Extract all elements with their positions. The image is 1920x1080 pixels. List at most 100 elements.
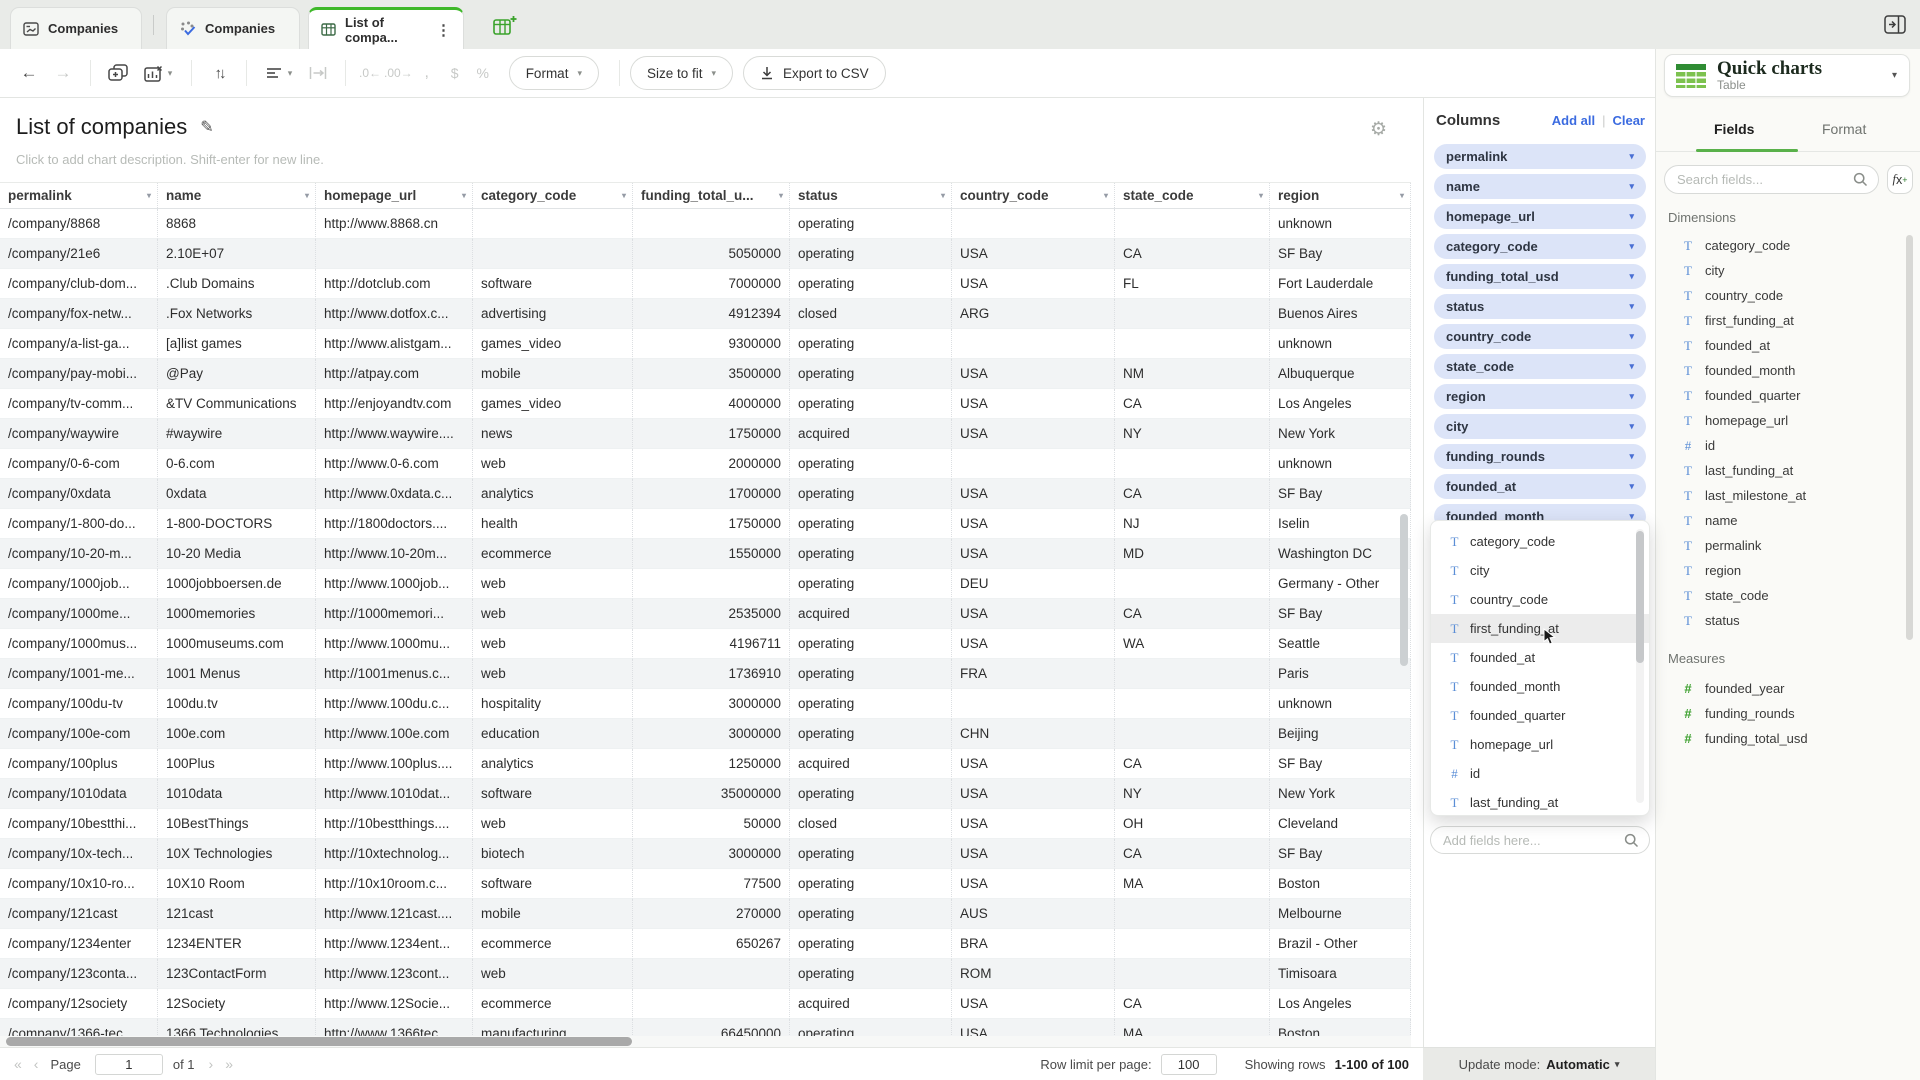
table-cell[interactable]: 1700000 xyxy=(633,479,790,509)
table-cell[interactable]: 1250000 xyxy=(633,749,790,779)
table-cell[interactable]: operating xyxy=(790,449,952,479)
column-header-homepage_url[interactable]: homepage_url ▾ xyxy=(316,183,473,208)
table-cell[interactable]: /company/10x10-ro... xyxy=(0,869,158,899)
table-cell[interactable]: NM xyxy=(1115,359,1270,389)
table-cell[interactable]: FRA xyxy=(952,659,1115,689)
table-cell[interactable]: operating xyxy=(790,269,952,299)
table-cell[interactable]: .Fox Networks xyxy=(158,299,316,329)
decrease-decimal-button[interactable]: .0← xyxy=(356,56,384,90)
table-cell[interactable]: /company/1000job... xyxy=(0,569,158,599)
table-cell[interactable]: 0xdata xyxy=(158,479,316,509)
table-cell[interactable]: http://www.100du.c... xyxy=(316,689,473,719)
field-item-founded_at[interactable]: Tfounded_at xyxy=(1656,333,1920,358)
table-cell[interactable]: CA xyxy=(1115,239,1270,269)
currency-format-button[interactable]: $ xyxy=(441,56,469,90)
table-cell[interactable]: 1750000 xyxy=(633,509,790,539)
table-cell[interactable]: http://www.121cast.... xyxy=(316,899,473,929)
table-cell[interactable]: acquired xyxy=(790,989,952,1019)
column-chip-funding_rounds[interactable]: funding_rounds ▾ xyxy=(1434,444,1646,469)
search-fields-box[interactable] xyxy=(1664,165,1879,194)
table-cell[interactable]: SF Bay xyxy=(1270,839,1411,869)
table-cell[interactable]: BRA xyxy=(952,929,1115,959)
tab-menu-icon[interactable]: ⋮ xyxy=(430,21,451,39)
table-cell[interactable]: USA xyxy=(952,809,1115,839)
table-cell[interactable]: http://www.waywire.... xyxy=(316,419,473,449)
table-cell[interactable]: 1001 Menus xyxy=(158,659,316,689)
column-menu-caret-icon[interactable]: ▾ xyxy=(147,191,151,200)
table-cell[interactable]: acquired xyxy=(790,419,952,449)
table-cell[interactable]: ecommerce xyxy=(473,989,633,1019)
table-cell[interactable]: /company/123conta... xyxy=(0,959,158,989)
table-cell[interactable]: ecommerce xyxy=(473,929,633,959)
column-header-country_code[interactable]: country_code ▾ xyxy=(952,183,1115,208)
table-cell[interactable]: Fort Lauderdale xyxy=(1270,269,1411,299)
table-cell[interactable]: games_video xyxy=(473,389,633,419)
table-cell[interactable]: http://www.123cont... xyxy=(316,959,473,989)
field-item-funding_total_usd[interactable]: # funding_total_usd xyxy=(1656,726,1920,751)
table-cell[interactable]: CA xyxy=(1115,479,1270,509)
column-chip-funding_total_usd[interactable]: funding_total_usd ▾ xyxy=(1434,264,1646,289)
table-cell[interactable]: USA xyxy=(952,419,1115,449)
thousands-separator-button[interactable]: , xyxy=(413,56,441,90)
sort-button[interactable]: ↑↓ xyxy=(202,56,236,90)
table-cell[interactable]: 2535000 xyxy=(633,599,790,629)
table-cell[interactable]: 12Society xyxy=(158,989,316,1019)
table-cell[interactable]: NY xyxy=(1115,779,1270,809)
table-cell[interactable]: Buenos Aires xyxy=(1270,299,1411,329)
table-cell[interactable]: USA xyxy=(952,599,1115,629)
table-cell[interactable]: operating xyxy=(790,629,952,659)
table-cell[interactable]: New York xyxy=(1270,779,1411,809)
table-cell[interactable]: operating xyxy=(790,329,952,359)
chip-caret-icon[interactable]: ▾ xyxy=(1629,331,1634,342)
table-cell[interactable] xyxy=(633,569,790,599)
clear-link[interactable]: Clear xyxy=(1612,113,1645,128)
table-cell[interactable]: 100e.com xyxy=(158,719,316,749)
table-cell[interactable]: web xyxy=(473,599,633,629)
page-number-input[interactable] xyxy=(94,1053,163,1075)
table-cell[interactable]: web xyxy=(473,449,633,479)
table-cell[interactable] xyxy=(1115,449,1270,479)
table-cell[interactable]: http://www.12Socie... xyxy=(316,989,473,1019)
table-cell[interactable]: http://www.1010dat... xyxy=(316,779,473,809)
table-cell[interactable]: operating xyxy=(790,869,952,899)
table-cell[interactable]: 1750000 xyxy=(633,419,790,449)
chip-caret-icon[interactable]: ▾ xyxy=(1629,151,1634,162)
table-cell[interactable]: http://www.8868.cn xyxy=(316,209,473,239)
table-cell[interactable]: USA xyxy=(952,269,1115,299)
table-cell[interactable]: SF Bay xyxy=(1270,749,1411,779)
table-cell[interactable]: 1736910 xyxy=(633,659,790,689)
table-cell[interactable]: operating xyxy=(790,209,952,239)
field-item-category_code[interactable]: Tcategory_code xyxy=(1656,233,1920,258)
table-cell[interactable]: software xyxy=(473,869,633,899)
text-align-button[interactable]: ▾ xyxy=(257,56,301,90)
table-cell[interactable]: 3000000 xyxy=(633,839,790,869)
table-cell[interactable]: SF Bay xyxy=(1270,599,1411,629)
chip-caret-icon[interactable]: ▾ xyxy=(1629,301,1634,312)
table-cell[interactable]: Seattle xyxy=(1270,629,1411,659)
table-cell[interactable]: 121cast xyxy=(158,899,316,929)
chip-caret-icon[interactable]: ▾ xyxy=(1629,391,1634,402)
dropdown-item-last_funding_at[interactable]: Tlast_funding_at xyxy=(1431,788,1649,817)
chip-caret-icon[interactable]: ▾ xyxy=(1629,421,1634,432)
table-cell[interactable]: USA xyxy=(952,389,1115,419)
table-cell[interactable]: news xyxy=(473,419,633,449)
chip-caret-icon[interactable]: ▾ xyxy=(1629,271,1634,282)
field-item-permalink[interactable]: Tpermalink xyxy=(1656,533,1920,558)
table-cell[interactable]: NJ xyxy=(1115,509,1270,539)
table-cell[interactable]: web xyxy=(473,809,633,839)
table-cell[interactable]: http://10xtechnolog... xyxy=(316,839,473,869)
column-header-region[interactable]: region ▾ xyxy=(1270,183,1411,208)
table-cell[interactable] xyxy=(633,989,790,1019)
table-cell[interactable]: http://www.0-6.com xyxy=(316,449,473,479)
table-cell[interactable]: http://www.alistgam... xyxy=(316,329,473,359)
table-cell[interactable]: http://www.100plus.... xyxy=(316,749,473,779)
column-chip-category_code[interactable]: category_code ▾ xyxy=(1434,234,1646,259)
table-cell[interactable]: /company/10bestthi... xyxy=(0,809,158,839)
table-cell[interactable]: web xyxy=(473,959,633,989)
table-cell[interactable]: USA xyxy=(952,779,1115,809)
column-menu-caret-icon[interactable]: ▾ xyxy=(305,191,309,200)
field-item-region[interactable]: Tregion xyxy=(1656,558,1920,583)
table-cell[interactable]: operating xyxy=(790,239,952,269)
table-cell[interactable]: /company/1000mus... xyxy=(0,629,158,659)
column-header-state_code[interactable]: state_code ▾ xyxy=(1115,183,1270,208)
